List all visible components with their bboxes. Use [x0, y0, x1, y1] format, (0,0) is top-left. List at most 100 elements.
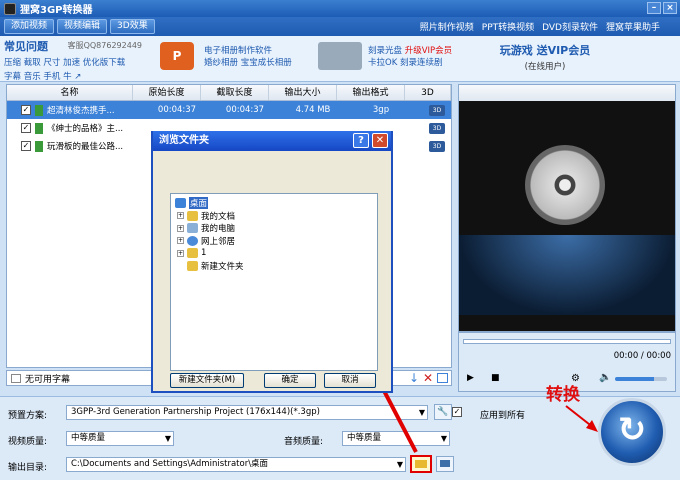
expand-icon[interactable]: +: [177, 224, 184, 232]
link-apple-helper[interactable]: 狸窝苹果助手: [606, 20, 660, 33]
cancel-button[interactable]: 取消: [324, 373, 376, 388]
output-settings: 预置方案: 3GPP-3rd Generation Partnership Pr…: [0, 396, 680, 480]
preset-label: 预置方案:: [8, 411, 48, 421]
tree-node-my-documents[interactable]: + 我的文档: [171, 210, 377, 223]
tree-node-new-folder[interactable]: 新建文件夹: [171, 260, 377, 273]
tree-node-label: 我的电脑: [201, 224, 236, 235]
video-quality-label: 视频质量:: [8, 437, 48, 447]
list-item[interactable]: ✓ 超清林俊杰携手... 00:04:37 00:04:37 4.74 MB 3…: [7, 101, 451, 119]
network-icon: [187, 235, 198, 246]
file-list-header: 名称 原始长度 截取长度 输出大小 输出格式 3D: [7, 85, 451, 101]
help-button[interactable]: ?: [353, 133, 369, 148]
faq-panel: 常见问题 客服QQ876292449 压缩 截取 尺寸 加速 优化版下载 字幕 …: [4, 36, 144, 82]
play-icon[interactable]: ▶: [467, 373, 474, 383]
volume-icon[interactable]: 🔈: [599, 372, 611, 383]
tree-node-my-computer[interactable]: + 我的电脑: [171, 222, 377, 235]
effect-3d-button[interactable]: 3D效果: [110, 19, 155, 34]
list-view-icon[interactable]: [437, 373, 448, 383]
row-3d-icon[interactable]: 3D: [429, 104, 445, 116]
audio-quality-dropdown[interactable]: 中等质量 ▼: [342, 431, 450, 446]
browse-folder-dialog: 浏览文件夹 ? ✕ 桌面 + 我的文档 + 我的电脑 + 网上邻居 + 1 新建…: [151, 131, 393, 393]
folder-tree[interactable]: 桌面 + 我的文档 + 我的电脑 + 网上邻居 + 1 新建文件夹: [170, 193, 378, 371]
faq-links-row2[interactable]: 字幕 音乐 手机 牛 ↗: [4, 70, 144, 82]
tree-node-desktop[interactable]: 桌面: [171, 197, 377, 210]
burn-promo-line1[interactable]: 刻录光盘: [368, 46, 402, 56]
stop-icon[interactable]: ■: [491, 373, 500, 383]
seek-bar[interactable]: [463, 339, 671, 344]
chevron-down-icon: ▼: [418, 408, 425, 417]
tree-node-network[interactable]: + 网上邻居: [171, 235, 377, 248]
tree-node-label: 网上邻居: [201, 236, 236, 247]
dialog-close-button[interactable]: ✕: [372, 133, 388, 148]
row-3d-icon[interactable]: 3D: [429, 122, 445, 134]
menu-bar: 添加视频 视频编辑 3D效果 照片制作视频 PPT转换视频 DVD刻录软件 狸窝…: [0, 17, 680, 36]
wrench-icon[interactable]: 🔧: [434, 404, 452, 420]
row-checkbox[interactable]: ✓: [21, 105, 31, 115]
close-button[interactable]: ×: [663, 2, 677, 14]
open-folder-icon[interactable]: [436, 456, 454, 472]
burn-promo-line2[interactable]: 卡拉OK 刻录连续剧: [368, 57, 452, 69]
row-checkbox[interactable]: ✓: [21, 141, 31, 151]
col-output-size[interactable]: 输出大小: [269, 85, 337, 100]
album-promo[interactable]: 电子相册制作软件 婚纱相册 宝宝成长相册: [204, 45, 292, 69]
ppt-logo-icon[interactable]: P: [160, 42, 194, 70]
dialog-title: 浏览文件夹: [159, 135, 209, 146]
phone-disc-icon[interactable]: [318, 42, 362, 70]
row-orig: 00:04:37: [157, 105, 197, 115]
folder-icon: [187, 260, 198, 271]
faq-links-row1[interactable]: 压缩 截取 尺寸 加速 优化版下载: [4, 56, 144, 68]
move-down-icon[interactable]: ↓: [409, 371, 419, 385]
new-folder-button[interactable]: 新建文件夹(M): [170, 373, 244, 388]
expand-icon[interactable]: +: [177, 212, 184, 220]
output-dir-field[interactable]: C:\Documents and Settings\Administrator\…: [66, 457, 406, 472]
convert-annotation: 转换: [546, 385, 580, 405]
link-ppt-video[interactable]: PPT转换视频: [482, 20, 534, 33]
col-name[interactable]: 名称: [7, 85, 133, 100]
window-title: 狸窝3GP转换器: [20, 5, 93, 16]
minimize-button[interactable]: –: [647, 2, 661, 14]
ok-button[interactable]: 确定: [264, 373, 316, 388]
convert-button[interactable]: ↻: [598, 398, 666, 466]
audio-quality-value: 中等质量: [347, 433, 382, 443]
row-3d-icon[interactable]: 3D: [429, 140, 445, 152]
tree-node-label: 1: [201, 248, 207, 259]
add-video-button[interactable]: 添加视频: [4, 19, 55, 34]
convert-refresh-icon: ↻: [617, 410, 647, 450]
desktop-icon: [175, 198, 186, 209]
support-qq: 客服QQ876292449: [67, 41, 142, 50]
video-file-icon: [35, 122, 43, 134]
link-photo-video[interactable]: 照片制作视频: [420, 20, 474, 33]
preset-value: 3GPP-3rd Generation Partnership Project …: [71, 407, 320, 417]
album-promo-line1[interactable]: 电子相册制作软件: [204, 45, 292, 57]
tree-node-folder-1[interactable]: + 1: [171, 247, 377, 260]
row-format: 3gp: [372, 105, 390, 115]
album-promo-line2[interactable]: 婚纱相册 宝宝成长相册: [204, 57, 292, 69]
tree-node-label: 桌面: [189, 197, 209, 210]
vip-promo[interactable]: 玩游戏 送VIP会员 (在线用户): [490, 42, 600, 72]
vip-promo-title[interactable]: 玩游戏 送VIP会员: [500, 44, 591, 57]
video-quality-value: 中等质量: [71, 433, 106, 443]
subtitle-select[interactable]: 无可用字幕: [25, 372, 70, 385]
burn-promo[interactable]: 刻录光盘 升级VIP会员 卡拉OK 刻录连续剧: [368, 45, 452, 69]
preset-dropdown[interactable]: 3GPP-3rd Generation Partnership Project …: [66, 405, 428, 420]
audio-quality-label: 音频质量:: [284, 437, 324, 447]
output-dir-label: 输出目录:: [8, 463, 48, 473]
expand-icon[interactable]: +: [177, 249, 184, 257]
video-quality-dropdown[interactable]: 中等质量 ▼: [66, 431, 174, 446]
delete-icon[interactable]: ✕: [423, 371, 433, 385]
browse-folder-button[interactable]: [410, 455, 432, 473]
apply-all-checkbox[interactable]: ✓: [452, 407, 462, 417]
volume-slider[interactable]: [615, 377, 667, 381]
col-cut-length[interactable]: 截取长度: [201, 85, 269, 100]
row-name: 超清林俊杰携手...: [47, 106, 115, 116]
col-output-format[interactable]: 输出格式: [337, 85, 405, 100]
col-original-length[interactable]: 原始长度: [133, 85, 201, 100]
expand-icon[interactable]: +: [177, 237, 184, 245]
row-checkbox[interactable]: ✓: [21, 123, 31, 133]
edit-video-button[interactable]: 视频编辑: [57, 19, 108, 34]
tree-node-label: 新建文件夹: [201, 261, 244, 272]
vip-upgrade-link[interactable]: 升级VIP会员: [405, 46, 452, 56]
folder-icon: [415, 460, 427, 468]
link-dvd-burn[interactable]: DVD刻录软件: [542, 20, 598, 33]
col-3d[interactable]: 3D: [405, 85, 451, 100]
